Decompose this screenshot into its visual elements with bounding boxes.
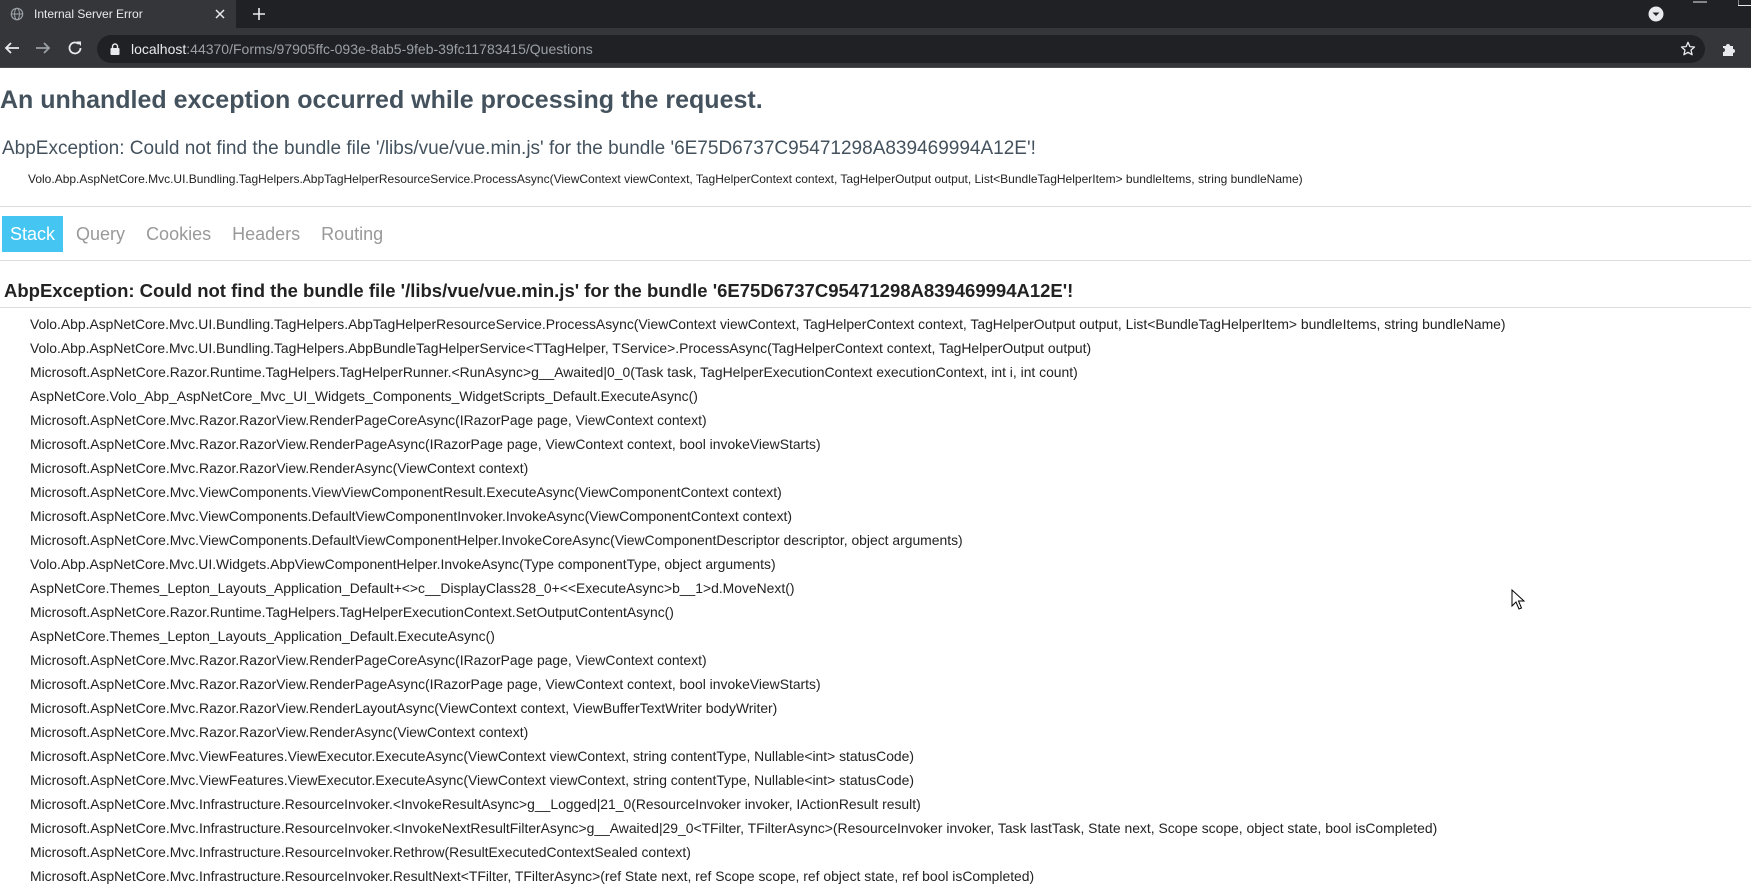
stack-frame[interactable]: Microsoft.AspNetCore.Mvc.Infrastructure.…	[30, 816, 1506, 840]
tab-routing[interactable]: Routing	[313, 216, 391, 252]
tab-cookies[interactable]: Cookies	[138, 216, 219, 252]
stack-frame[interactable]: Microsoft.AspNetCore.Mvc.Infrastructure.…	[30, 792, 1506, 816]
stack-frame[interactable]: Microsoft.AspNetCore.Mvc.Infrastructure.…	[30, 864, 1506, 888]
tab-stack[interactable]: Stack	[2, 216, 64, 252]
stack-frame[interactable]: AspNetCore.Themes_Lepton_Layouts_Applica…	[30, 576, 1506, 600]
star-icon[interactable]	[1680, 41, 1696, 57]
url-path: :44370/Forms/97905ffc-093e-8ab5-9feb-39f…	[186, 41, 593, 57]
stack-frame[interactable]: Microsoft.AspNetCore.Mvc.Razor.RazorView…	[30, 648, 1506, 672]
stack-frame[interactable]: Microsoft.AspNetCore.Mvc.Razor.RazorView…	[30, 432, 1506, 456]
tab-search-icon[interactable]	[1648, 6, 1664, 22]
url-text: localhost:44370/Forms/97905ffc-093e-8ab5…	[131, 41, 593, 57]
stack-frame[interactable]: Microsoft.AspNetCore.Mvc.Razor.RazorView…	[30, 456, 1506, 480]
tab-headers[interactable]: Headers	[224, 216, 308, 252]
stack-frame[interactable]: Microsoft.AspNetCore.Mvc.Razor.RazorView…	[30, 696, 1506, 720]
divider	[0, 307, 1751, 308]
error-message: AbpException: Could not find the bundle …	[2, 138, 1036, 159]
stack-frame[interactable]: Microsoft.AspNetCore.Mvc.ViewFeatures.Vi…	[30, 744, 1506, 768]
stack-frame[interactable]: Volo.Abp.AspNetCore.Mvc.UI.Bundling.TagH…	[30, 312, 1506, 336]
stack-frames: Volo.Abp.AspNetCore.Mvc.UI.Bundling.TagH…	[30, 312, 1506, 888]
stack-frame[interactable]: Microsoft.AspNetCore.Mvc.Razor.RazorView…	[30, 720, 1506, 744]
close-icon	[215, 9, 225, 19]
stack-frame[interactable]: Microsoft.AspNetCore.Mvc.Razor.RazorView…	[30, 408, 1506, 432]
address-bar[interactable]: localhost:44370/Forms/97905ffc-093e-8ab5…	[97, 35, 1705, 63]
forward-button[interactable]	[33, 38, 53, 58]
stack-frame[interactable]: Microsoft.AspNetCore.Razor.Runtime.TagHe…	[30, 600, 1506, 624]
error-tabs: Stack Query Cookies Headers Routing	[2, 216, 396, 252]
extensions-icon[interactable]	[1720, 40, 1738, 58]
browser-tab-strip: Internal Server Error	[0, 0, 1751, 28]
back-button[interactable]	[2, 38, 22, 58]
stack-frame[interactable]: AspNetCore.Volo_Abp_AspNetCore_Mvc_UI_Wi…	[30, 384, 1506, 408]
globe-icon	[10, 7, 24, 21]
divider	[0, 206, 1751, 207]
browser-tab[interactable]: Internal Server Error	[0, 0, 236, 28]
tab-query[interactable]: Query	[68, 216, 133, 252]
stack-heading: AbpException: Could not find the bundle …	[4, 280, 1074, 301]
error-location: Volo.Abp.AspNetCore.Mvc.UI.Bundling.TagH…	[28, 172, 1303, 186]
stack-frame[interactable]: Microsoft.AspNetCore.Mvc.Razor.RazorView…	[30, 672, 1506, 696]
maximize-icon[interactable]	[1738, 0, 1751, 6]
mouse-cursor-icon	[1511, 589, 1525, 610]
forward-icon	[36, 42, 51, 54]
stack-frame[interactable]: Microsoft.AspNetCore.Razor.Runtime.TagHe…	[30, 360, 1506, 384]
stack-frame[interactable]: Volo.Abp.AspNetCore.Mvc.UI.Bundling.TagH…	[30, 336, 1506, 360]
stack-frame[interactable]: AspNetCore.Themes_Lepton_Layouts_Applica…	[30, 624, 1506, 648]
stack-frame[interactable]: Microsoft.AspNetCore.Mvc.ViewComponents.…	[30, 480, 1506, 504]
reload-icon	[68, 41, 82, 55]
close-tab-button[interactable]	[212, 6, 228, 22]
url-host: localhost	[131, 41, 187, 57]
error-page: An unhandled exception occurred while pr…	[0, 68, 1751, 889]
plus-icon[interactable]	[250, 5, 268, 23]
lock-icon[interactable]	[109, 43, 121, 55]
reload-button[interactable]	[65, 38, 85, 58]
stack-frame[interactable]: Microsoft.AspNetCore.Mvc.ViewFeatures.Vi…	[30, 768, 1506, 792]
stack-frame[interactable]: Microsoft.AspNetCore.Mvc.ViewComponents.…	[30, 504, 1506, 528]
stack-frame[interactable]: Microsoft.AspNetCore.Mvc.Infrastructure.…	[30, 840, 1506, 864]
error-title: An unhandled exception occurred while pr…	[0, 86, 763, 114]
divider	[0, 260, 1751, 261]
stack-frame[interactable]: Microsoft.AspNetCore.Mvc.ViewComponents.…	[30, 528, 1506, 552]
browser-tab-title: Internal Server Error	[34, 7, 143, 21]
stack-frame[interactable]: Volo.Abp.AspNetCore.Mvc.UI.Widgets.AbpVi…	[30, 552, 1506, 576]
minimize-icon[interactable]	[1693, 0, 1707, 4]
back-icon	[4, 42, 19, 54]
